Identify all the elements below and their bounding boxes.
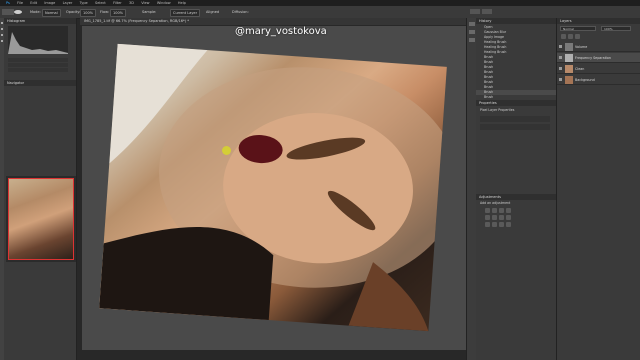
flow-input[interactable]: 100%	[110, 9, 127, 17]
left-panel: Histogram Navigator	[4, 18, 77, 360]
eye-icon[interactable]	[559, 45, 562, 48]
sample-label: Sample:	[142, 10, 157, 14]
properties-icon[interactable]	[469, 30, 475, 34]
color-balance-icon[interactable]	[492, 215, 497, 220]
black-white-icon[interactable]	[499, 215, 504, 220]
navigator-viewbox[interactable]	[8, 178, 74, 260]
curves-icon[interactable]	[499, 208, 504, 213]
layers-header[interactable]: Layers	[557, 18, 640, 24]
opacity-input[interactable]: 100%	[80, 9, 97, 17]
adjustments-row-2	[484, 215, 512, 221]
layer-name: Background	[575, 78, 595, 82]
layer-row[interactable]: Volume	[557, 42, 640, 52]
hue-saturation-icon[interactable]	[485, 215, 490, 220]
adjustments-header[interactable]: Adjustments	[476, 194, 556, 200]
layer-thumbnail	[565, 76, 573, 84]
history-icon[interactable]	[469, 22, 475, 26]
adjustments-row-1	[484, 208, 512, 214]
properties-field[interactable]	[480, 124, 550, 130]
adjustments-icon[interactable]	[469, 38, 475, 42]
layer-name: Frequency Separation	[575, 56, 612, 60]
layer-row[interactable]: Background	[557, 75, 640, 85]
aligned-checkbox[interactable]: Aligned	[204, 9, 221, 15]
histogram-chart	[8, 26, 68, 54]
layers-panel: Layers Normal 100% Volume Frequency Sepa…	[557, 18, 640, 360]
histogram-stats	[8, 58, 68, 80]
navigator-preview[interactable]	[6, 176, 76, 262]
diffusion-label: Diffusion:	[232, 10, 249, 14]
properties-header[interactable]: Properties	[476, 100, 556, 106]
canvas-photo[interactable]	[99, 43, 447, 332]
lock-pixels-icon[interactable]	[561, 34, 566, 39]
posterize-icon[interactable]	[492, 222, 497, 227]
threshold-icon[interactable]	[499, 222, 504, 227]
lock-position-icon[interactable]	[568, 34, 573, 39]
portrait-image	[99, 43, 447, 332]
history-header[interactable]: History	[476, 18, 556, 24]
eye-icon[interactable]	[559, 67, 562, 70]
brush-cursor-icon	[222, 146, 231, 155]
layer-name: Clean	[575, 67, 585, 71]
brightness-icon[interactable]	[485, 208, 490, 213]
eye-icon[interactable]	[559, 56, 562, 59]
levels-icon[interactable]	[492, 208, 497, 213]
properties-subtitle: Pixel Layer Properties	[480, 108, 515, 112]
layer-opacity-input[interactable]: 100%	[601, 26, 631, 31]
gradient-map-icon[interactable]	[506, 222, 511, 227]
brush-tool-icon[interactable]	[1, 40, 3, 42]
lock-row	[560, 34, 636, 39]
mode-select[interactable]: Normal	[42, 9, 61, 17]
layer-thumbnail	[565, 54, 573, 62]
sample-select[interactable]: Current Layer	[170, 9, 201, 17]
brush-size-icon[interactable]	[14, 10, 22, 14]
photo-filter-icon[interactable]	[506, 215, 511, 220]
lasso-tool-icon[interactable]	[1, 34, 3, 36]
exposure-icon[interactable]	[506, 208, 511, 213]
search-icon[interactable]	[470, 9, 480, 14]
layer-thumbnail	[565, 65, 573, 73]
layer-row[interactable]: Clean	[557, 64, 640, 74]
adjustments-subtitle: Add an adjustment	[480, 201, 511, 205]
invert-icon[interactable]	[485, 222, 490, 227]
lock-all-icon[interactable]	[575, 34, 580, 39]
mode-label: Mode:	[30, 10, 41, 14]
workspace-icon[interactable]	[482, 9, 492, 14]
move-tool-icon[interactable]	[1, 22, 3, 24]
eye-icon[interactable]	[559, 78, 562, 81]
watermark-text: @mary_vostokova	[235, 26, 327, 37]
histogram-header[interactable]: Histogram	[4, 18, 76, 24]
properties-field[interactable]	[480, 116, 550, 122]
tool-preset-icon[interactable]	[2, 9, 14, 15]
layer-thumbnail	[565, 43, 573, 51]
blend-mode-select[interactable]: Normal	[560, 26, 596, 31]
navigator-header[interactable]: Navigator	[4, 80, 76, 86]
layer-name: Volume	[575, 45, 588, 49]
adjustments-row-3	[484, 222, 512, 228]
layer-row-active[interactable]: Frequency Separation	[557, 53, 640, 63]
document-tab[interactable]: IMG_1785_1.tif @ 66.7% (Frequency Separa…	[80, 18, 466, 25]
marquee-tool-icon[interactable]	[1, 28, 3, 30]
history-properties-panel: History Open Gaussian Blur Apply Image H…	[476, 18, 557, 360]
